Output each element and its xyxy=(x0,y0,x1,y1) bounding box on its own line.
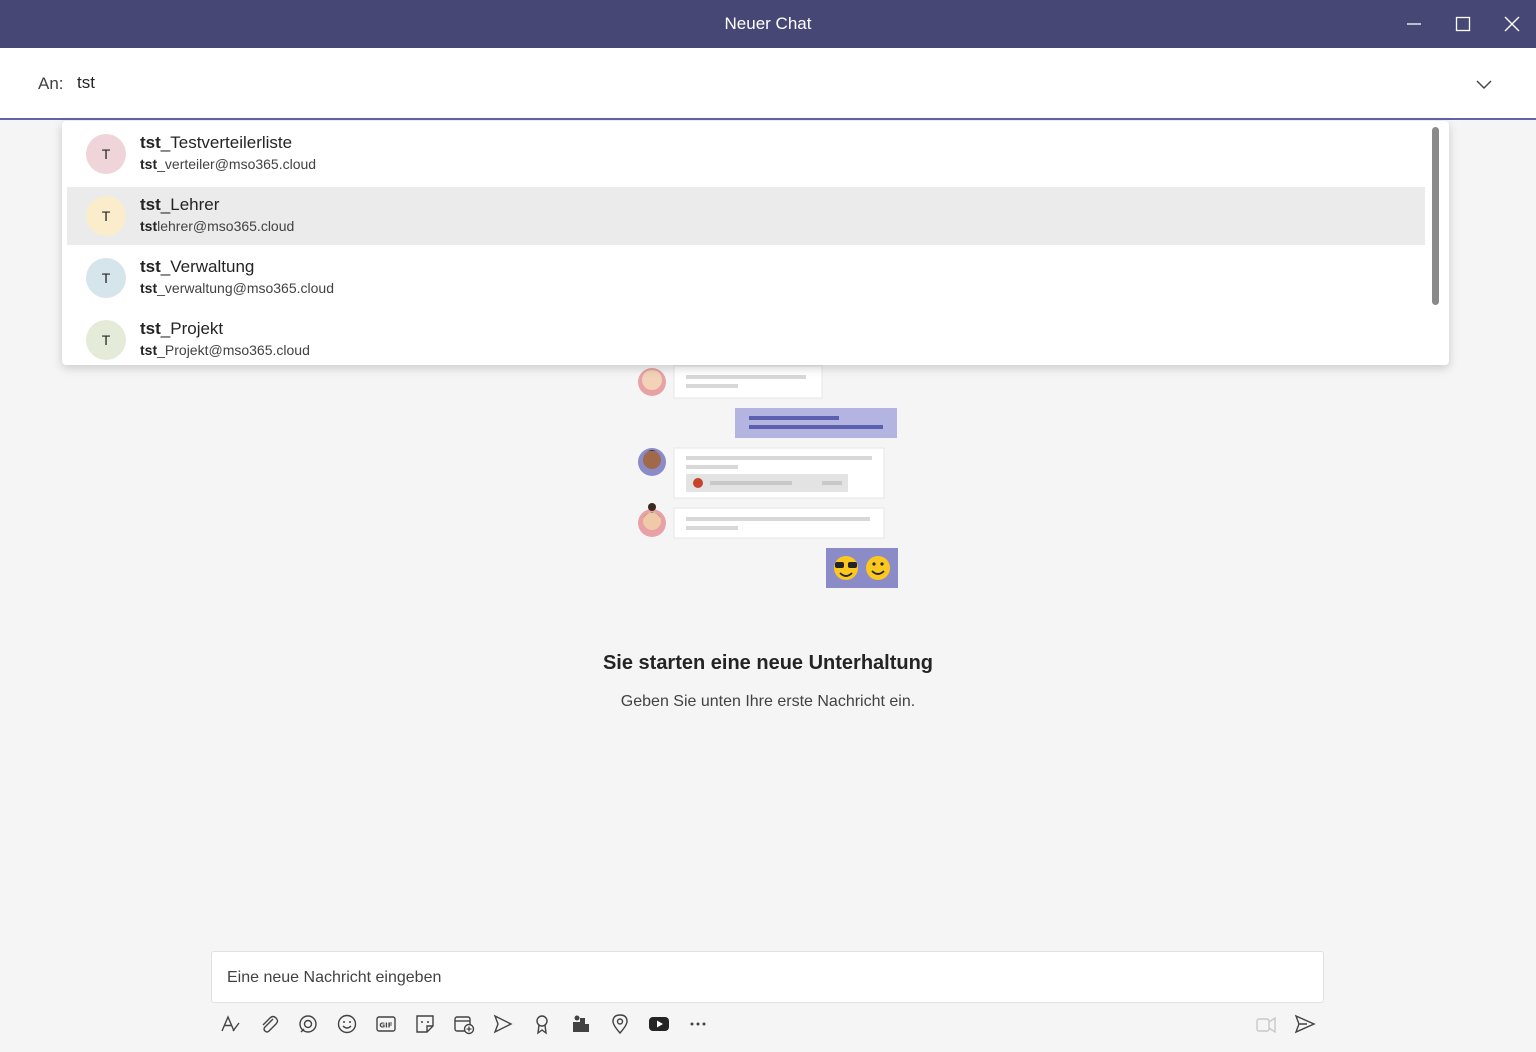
avatar: T xyxy=(86,134,126,174)
suggestion-name: tst_Verwaltung xyxy=(140,257,255,276)
avatar: T xyxy=(86,258,126,298)
location-icon xyxy=(612,1014,628,1035)
sticker-icon xyxy=(416,1015,434,1033)
minimize-button[interactable] xyxy=(1390,0,1438,48)
praise-icon xyxy=(536,1015,548,1035)
compose-box xyxy=(211,951,1324,1003)
dictate-button[interactable] xyxy=(1252,1010,1280,1038)
apps-icon xyxy=(573,1015,589,1032)
empty-state-title: Sie starten eine neue Unterhaltung xyxy=(602,652,934,674)
suggestion-item[interactable]: T tst_Testverteilerliste tst_verteiler@m… xyxy=(67,125,1425,183)
recipient-bar: An: xyxy=(0,48,1536,120)
emoji-button[interactable] xyxy=(333,1010,361,1038)
suggestion-email: tst_verteiler@mso365.cloud xyxy=(140,156,317,172)
emoji-icon xyxy=(337,1014,357,1034)
video-icon xyxy=(649,1017,669,1031)
suggestion-email: tst_verwaltung@mso365.cloud xyxy=(140,280,334,296)
stream-button[interactable] xyxy=(489,1010,517,1038)
dictate-icon xyxy=(1256,1016,1276,1034)
loop-button[interactable] xyxy=(294,1010,322,1038)
suggestion-dropdown: T tst_Testverteilerliste tst_verteiler@m… xyxy=(62,121,1449,365)
maximize-icon xyxy=(1455,16,1471,32)
stream-icon xyxy=(493,1014,513,1034)
avatar: T xyxy=(86,320,126,360)
suggestion-email: tstlehrer@mso365.cloud xyxy=(140,218,295,234)
suggestion-item[interactable]: T tst_Lehrer tstlehrer@mso365.cloud xyxy=(67,187,1425,245)
suggestion-name: tst_Testverteilerliste xyxy=(140,133,293,152)
gif-button[interactable]: GIF xyxy=(372,1010,400,1038)
dropdown-scrollbar[interactable] xyxy=(1432,127,1439,305)
window-title: Neuer Chat xyxy=(724,14,812,33)
compose-toolbar: GIF xyxy=(211,1006,1324,1042)
schedule-meeting-button[interactable] xyxy=(450,1010,478,1038)
apps-button[interactable] xyxy=(567,1010,595,1038)
suggestion-name: tst_Lehrer xyxy=(140,195,220,214)
video-button[interactable] xyxy=(645,1010,673,1038)
close-icon xyxy=(1504,16,1520,32)
loop-icon xyxy=(299,1015,317,1033)
message-input[interactable] xyxy=(227,966,1307,990)
format-icon xyxy=(221,1015,240,1032)
send-button[interactable] xyxy=(1291,1010,1319,1038)
send-icon xyxy=(1294,1014,1316,1034)
sticker-button[interactable] xyxy=(411,1010,439,1038)
praise-button[interactable] xyxy=(528,1010,556,1038)
gif-icon: GIF xyxy=(376,1016,396,1032)
suggestion-item[interactable]: T tst_Projekt tst_Projekt@mso365.cloud xyxy=(67,311,1425,365)
format-button[interactable] xyxy=(216,1010,244,1038)
maximize-button[interactable] xyxy=(1439,0,1487,48)
new-chat-illustration xyxy=(638,365,898,588)
more-icon xyxy=(690,1022,706,1026)
avatar: T xyxy=(86,196,126,236)
attach-icon xyxy=(262,1015,279,1033)
close-button[interactable] xyxy=(1488,0,1536,48)
title-bar: Neuer Chat xyxy=(0,0,1536,48)
suggestion-email: tst_Projekt@mso365.cloud xyxy=(140,342,310,358)
meeting-icon xyxy=(454,1016,475,1035)
recipient-input[interactable] xyxy=(76,68,1436,98)
chevron-down-icon xyxy=(1476,80,1492,89)
suggestion-item[interactable]: T tst_Verwaltung tst_verwaltung@mso365.c… xyxy=(67,249,1425,307)
attach-button[interactable] xyxy=(255,1010,283,1038)
minimize-icon xyxy=(1407,23,1421,25)
empty-state-subtitle: Geben Sie unten Ihre erste Nachricht ein… xyxy=(620,693,916,710)
expand-recipients-button[interactable] xyxy=(1472,72,1496,96)
more-options-button[interactable] xyxy=(684,1010,712,1038)
recipient-label: An: xyxy=(38,74,64,93)
location-button[interactable] xyxy=(606,1010,634,1038)
svg-text:GIF: GIF xyxy=(379,1022,392,1030)
suggestion-name: tst_Projekt xyxy=(140,319,224,338)
